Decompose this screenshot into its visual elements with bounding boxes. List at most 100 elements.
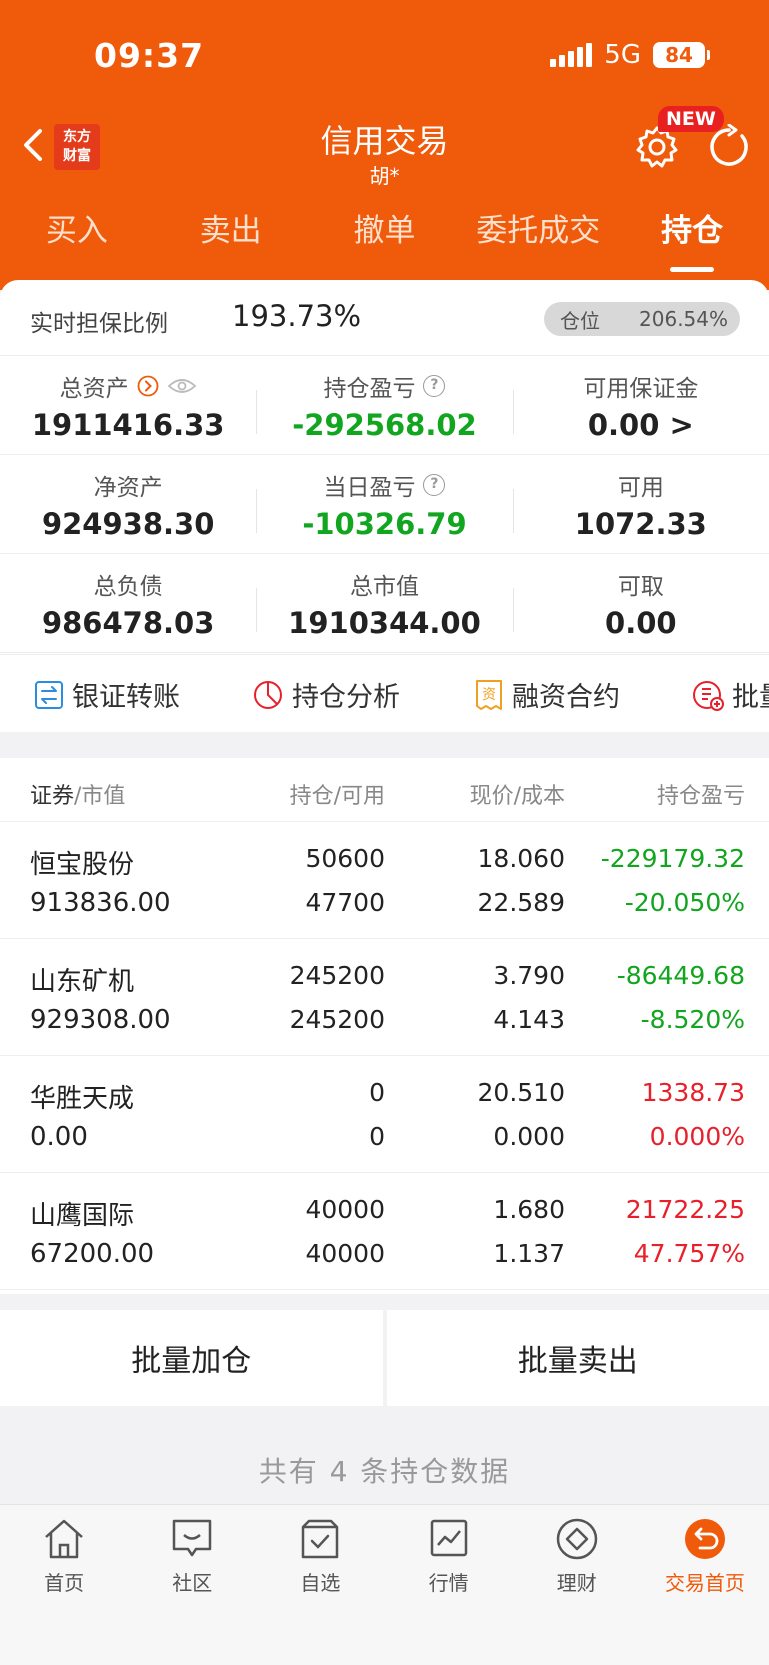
eye-icon[interactable] <box>167 376 197 396</box>
tab-buy[interactable]: 买入 <box>0 205 154 275</box>
available-qty: 0 <box>369 1122 385 1151</box>
diamond-icon <box>556 1518 598 1560</box>
position-qty: 40000 <box>305 1195 385 1224</box>
cost-price: 22.589 <box>477 888 565 917</box>
svg-text:资: 资 <box>482 687 496 703</box>
security-market-value: 913836.00 <box>30 888 171 918</box>
table-row[interactable]: 恒宝股份 913836.00 50600 47700 18.060 22.589 -2291… <box>0 822 769 939</box>
help-icon[interactable]: ? <box>423 375 446 397</box>
quick-tools: 银证转账 持仓分析 资 融资合约 批量 <box>0 654 769 732</box>
status-time: 09:37 <box>94 36 205 75</box>
withdrawable-value: 0.00 <box>605 606 677 640</box>
batch-sell-button[interactable]: 批量卖出 <box>386 1310 769 1406</box>
header-pnl[interactable]: 持仓盈亏 <box>657 778 745 810</box>
current-price: 1.680 <box>493 1195 565 1224</box>
tab-cancel[interactable]: 撤单 <box>308 205 462 275</box>
market-value-label: 总市值 <box>349 574 419 600</box>
table-row[interactable]: 华胜天成 0.00 0 0 20.510 0.000 1338.73 0.000% <box>0 1056 769 1173</box>
collateral-ratio-row: 实时担保比例 193.73% 仓位 206.54% <box>0 280 769 356</box>
position-pnl-pct: -8.520% <box>640 1005 745 1034</box>
bottom-nav: 首页 社区 自选 行情 理财 交易首页 <box>0 1504 769 1665</box>
tab-sell[interactable]: 卖出 <box>154 205 308 275</box>
position-analysis-label: 持仓分析 <box>292 682 400 713</box>
nav-wealth[interactable]: 理财 <box>513 1505 641 1665</box>
nav-trade-home[interactable]: 交易首页 <box>641 1505 769 1665</box>
available-qty: 245200 <box>289 1005 385 1034</box>
net-assets-label: 净资产 <box>93 475 163 501</box>
battery-icon: 84 <box>653 42 710 68</box>
total-assets-cell[interactable]: 总资产 1911416.33 <box>0 356 256 454</box>
available-label: 可用 <box>617 475 664 501</box>
nav-market[interactable]: 行情 <box>385 1505 513 1665</box>
position-pnl: 21722.25 <box>625 1195 745 1224</box>
position-pnl: -86449.68 <box>616 961 745 990</box>
home-icon <box>45 1519 83 1559</box>
network-type: 5G <box>604 40 641 70</box>
holdings-table: 证券/市值 持仓/可用 现价/成本 持仓盈亏 恒宝股份 913836.00 5060… <box>0 758 769 1294</box>
chart-icon <box>430 1519 467 1557</box>
net-assets-cell: 净资产 924938.30 <box>0 455 256 553</box>
current-price: 20.510 <box>477 1078 565 1107</box>
table-row[interactable]: 山鹰国际 67200.00 40000 40000 1.680 1.137 21722.25… <box>0 1173 769 1290</box>
table-row[interactable]: 山东矿机 929308.00 245200 245200 3.790 4.143 -8644… <box>0 939 769 1056</box>
withdrawable-label: 可取 <box>617 574 664 600</box>
nav-home[interactable]: 首页 <box>0 1505 128 1665</box>
position-qty: 0 <box>369 1078 385 1107</box>
security-name: 山鹰国际 <box>30 1201 135 1231</box>
cost-price: 4.143 <box>493 1005 565 1034</box>
total-liabilities-cell: 总负债 986478.03 <box>0 554 256 652</box>
cost-price: 0.000 <box>493 1122 565 1151</box>
header-position[interactable]: 持仓/可用 <box>290 778 385 810</box>
nav-community[interactable]: 社区 <box>128 1505 256 1665</box>
summary-row-1: 总资产 1911416.33 持仓盈亏 ? -292568.02 可用保证金 0… <box>0 356 769 455</box>
batch-button[interactable]: 批量 <box>692 675 769 714</box>
holding-pnl-label: 持仓盈亏 <box>323 376 416 402</box>
daily-pnl-label: 当日盈亏 <box>323 475 416 501</box>
status-bar-right: 5G 84 <box>550 40 710 70</box>
bank-transfer-button[interactable]: 银证转账 <box>34 675 180 714</box>
position-pnl: -229179.32 <box>600 844 745 873</box>
total-liabilities-value: 986478.03 <box>41 606 215 640</box>
daily-pnl-value: -10326.79 <box>302 507 467 541</box>
position-analysis-button[interactable]: 持仓分析 <box>252 675 400 714</box>
tab-holdings[interactable]: 持仓 <box>615 205 769 275</box>
available-qty: 40000 <box>305 1239 385 1268</box>
watchlist-icon <box>302 1519 339 1559</box>
current-price: 3.790 <box>493 961 565 990</box>
header: 09:37 5G 84 东方 财富 信用交易 胡* NEW 买入 卖出 撤单 委… <box>0 0 769 290</box>
available-margin-value[interactable]: 0.00 > <box>513 408 769 442</box>
net-assets-value: 924938.30 <box>41 507 215 541</box>
collateral-ratio-value: 193.73% <box>232 299 362 333</box>
transfer-icon <box>35 680 63 709</box>
cost-price: 1.137 <box>493 1239 565 1268</box>
margin-contract-label: 融资合约 <box>512 682 620 713</box>
position-pnl-pct: 47.757% <box>633 1239 745 1268</box>
signal-icon <box>550 43 593 67</box>
security-name: 华胜天成 <box>30 1084 135 1114</box>
withdrawable-cell: 可取 0.00 <box>512 554 769 652</box>
arrow-circle-icon[interactable] <box>137 375 159 397</box>
nav-watchlist[interactable]: 自选 <box>256 1505 384 1665</box>
margin-contract-button[interactable]: 资 融资合约 <box>474 675 620 714</box>
market-value-value: 1910344.00 <box>288 606 481 640</box>
security-market-value: 67200.00 <box>30 1239 155 1269</box>
batch-label: 批量 <box>732 682 769 713</box>
current-price: 18.060 <box>477 844 565 873</box>
daily-pnl-cell: 当日盈亏 ? -10326.79 <box>256 455 512 553</box>
available-cell: 可用 1072.33 <box>512 455 769 553</box>
batch-add-button[interactable]: 批量加仓 <box>0 1310 383 1406</box>
position-pnl-pct: -20.050% <box>624 888 745 917</box>
trade-icon <box>684 1519 725 1559</box>
summary-row-3: 总负债 986478.03 总市值 1910344.00 可取 0.00 <box>0 554 769 653</box>
collateral-ratio-label: 实时担保比例 <box>30 311 168 337</box>
header-security[interactable]: 证券/市值 <box>30 778 125 810</box>
refresh-icon[interactable] <box>706 124 752 170</box>
security-name: 山东矿机 <box>30 967 135 997</box>
tab-orders[interactable]: 委托成交 <box>461 205 615 275</box>
help-icon[interactable]: ? <box>423 474 446 496</box>
header-price[interactable]: 现价/成本 <box>470 778 565 810</box>
available-margin-cell[interactable]: 可用保证金 0.00 > <box>512 356 769 454</box>
total-assets-label: 总资产 <box>59 376 129 402</box>
contract-icon: 资 <box>476 679 502 710</box>
chat-icon <box>173 1519 212 1557</box>
